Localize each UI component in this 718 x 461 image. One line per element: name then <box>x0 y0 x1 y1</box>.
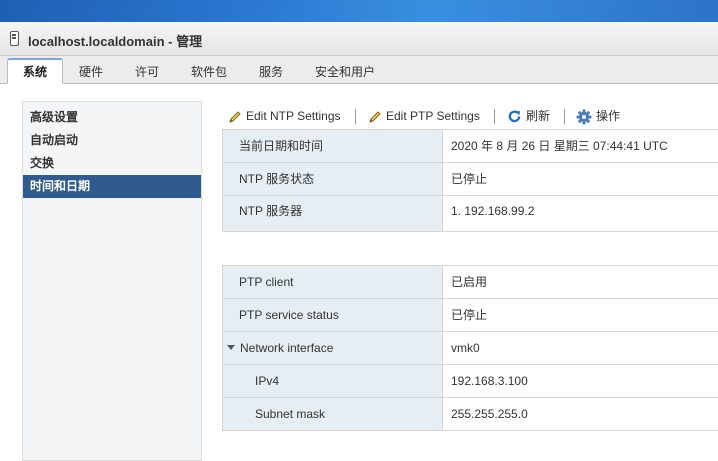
row-label-ipv4: IPv4 <box>223 365 443 397</box>
edit-ntp-settings-button[interactable]: Edit NTP Settings <box>228 104 341 128</box>
row-value-ntp-servers: 1. 192.168.99.2 <box>451 204 535 218</box>
table-row: Subnet mask 255.255.255.0 <box>223 398 718 431</box>
window-title: localhost.localdomain - 管理 <box>28 34 203 49</box>
pencil-icon <box>229 111 241 123</box>
ntp-settings-table: 当前日期和时间 2020 年 8 月 26 日 星期三 07:44:41 UTC… <box>222 129 718 232</box>
toolbar: Edit NTP Settings Edit PTP Settings 刷新 操… <box>222 104 718 128</box>
table-row: NTP 服务状态 已停止 <box>223 163 718 196</box>
window-titlebar: localhost.localdomain - 管理 <box>0 22 718 56</box>
toolbar-divider <box>494 109 495 124</box>
sidebar-item-autostart[interactable]: 自动启动 <box>23 129 201 152</box>
actions-button[interactable]: 操作 <box>576 104 620 128</box>
row-label-subnet-mask: Subnet mask <box>223 398 443 430</box>
row-value-subnet-mask: 255.255.255.0 <box>451 407 528 421</box>
edit-ntp-label: Edit NTP Settings <box>246 109 341 123</box>
row-label-ntp-servers: NTP 服务器 <box>223 196 443 231</box>
row-label-network-interface[interactable]: Network interface <box>223 332 443 364</box>
row-value-current-datetime: 2020 年 8 月 26 日 星期三 07:44:41 UTC <box>451 139 668 153</box>
tab-security-users[interactable]: 安全和用户 <box>307 61 383 83</box>
row-label-ptp-client: PTP client <box>223 266 443 298</box>
row-value-ptp-client: 已启用 <box>451 275 488 289</box>
network-interface-label: Network interface <box>240 341 334 355</box>
collapse-arrow-icon[interactable] <box>227 345 235 351</box>
row-value-ipv4: 192.168.3.100 <box>451 374 528 388</box>
table-row: Network interface vmk0 <box>223 332 718 365</box>
host-icon <box>10 31 19 46</box>
edit-ptp-label: Edit PTP Settings <box>386 109 480 123</box>
toolbar-divider <box>564 109 565 124</box>
table-row: NTP 服务器 1. 192.168.99.2 <box>223 196 718 232</box>
table-row: IPv4 192.168.3.100 <box>223 365 718 398</box>
row-label-current-datetime: 当前日期和时间 <box>223 130 443 162</box>
ptp-settings-table: PTP client 已启用 PTP service status 已停止 Ne… <box>222 265 718 431</box>
refresh-icon <box>508 110 521 123</box>
row-label-ptp-service-status: PTP service status <box>223 299 443 331</box>
row-value-ptp-service-status: 已停止 <box>451 308 488 322</box>
row-value-network-interface: vmk0 <box>451 341 480 355</box>
pencil-icon <box>369 111 381 123</box>
sidebar: 高级设置 自动启动 交换 时间和日期 <box>22 101 202 461</box>
edit-ptp-settings-button[interactable]: Edit PTP Settings <box>368 104 480 128</box>
actions-label: 操作 <box>596 109 621 123</box>
refresh-label: 刷新 <box>526 109 551 123</box>
gear-icon <box>576 109 592 125</box>
tab-packages[interactable]: 软件包 <box>183 61 235 83</box>
tab-services[interactable]: 服务 <box>250 61 292 83</box>
table-row: PTP service status 已停止 <box>223 299 718 332</box>
sidebar-item-swap[interactable]: 交换 <box>23 152 201 175</box>
row-value-ntp-service-status: 已停止 <box>451 172 488 186</box>
tab-bar: 系统 硬件 许可 软件包 服务 安全和用户 <box>0 56 718 84</box>
tab-system[interactable]: 系统 <box>7 58 63 84</box>
refresh-button[interactable]: 刷新 <box>507 104 550 128</box>
top-banner <box>0 0 718 22</box>
table-row: 当前日期和时间 2020 年 8 月 26 日 星期三 07:44:41 UTC <box>223 130 718 163</box>
toolbar-divider <box>355 109 356 124</box>
sidebar-item-advanced-settings[interactable]: 高级设置 <box>23 106 201 129</box>
tab-licensing[interactable]: 许可 <box>126 61 168 83</box>
tab-hardware[interactable]: 硬件 <box>70 61 112 83</box>
table-row: PTP client 已启用 <box>223 266 718 299</box>
row-label-ntp-service-status: NTP 服务状态 <box>223 163 443 195</box>
sidebar-item-time-and-date[interactable]: 时间和日期 <box>23 175 201 198</box>
